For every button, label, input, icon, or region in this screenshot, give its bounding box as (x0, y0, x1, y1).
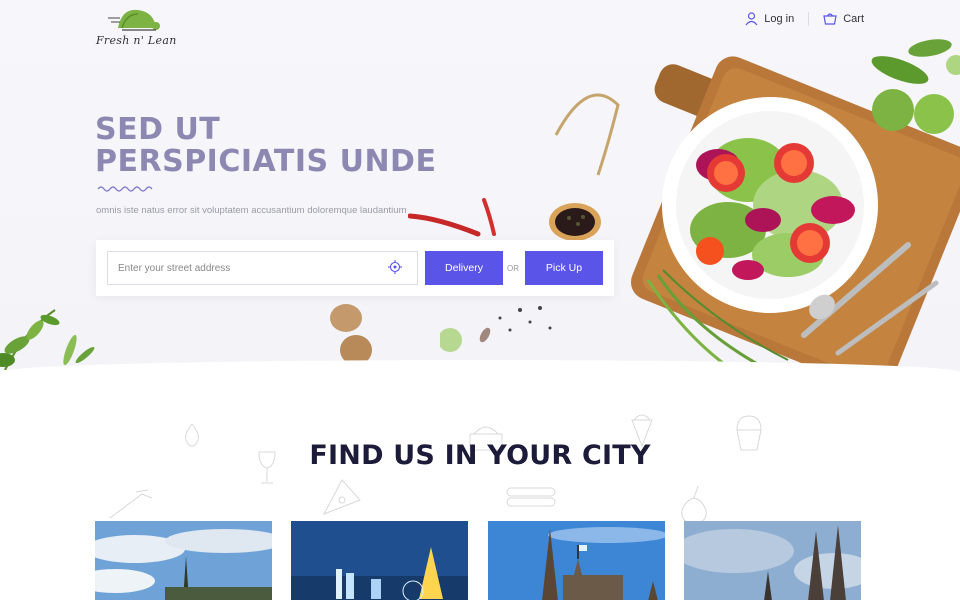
address-search-panel: Delivery OR Pick Up (96, 240, 614, 296)
carrot-outline-icon (109, 489, 153, 519)
find-city-title: FIND US IN YOUR CITY (309, 440, 651, 471)
cart-link[interactable]: Cart (823, 12, 864, 26)
user-icon (745, 12, 758, 26)
location-target-icon[interactable] (388, 260, 402, 274)
city-photo (488, 521, 665, 600)
nav-divider (808, 12, 810, 26)
city-photo (684, 521, 861, 600)
city-card[interactable] (488, 521, 665, 600)
limes-decoration (871, 39, 960, 134)
or-separator: OR (507, 264, 519, 273)
pizza-slice-outline-icon (322, 479, 361, 515)
hero-bottom-edge (0, 360, 960, 385)
hero-subtitle: omnis iste natus error sit voluptatem ac… (96, 205, 407, 216)
street-address-input[interactable] (107, 251, 418, 285)
hero-title-line1: SED UT (95, 112, 221, 147)
hero-section: Fresh n' Lean Log in Cart SED UT PERSPIC… (0, 0, 960, 385)
city-card[interactable] (95, 521, 272, 600)
city-card[interactable] (684, 521, 861, 600)
logo-text: Fresh n' Lean (96, 34, 177, 47)
hero-title-line2: PERSPICIATIS UNDE (95, 144, 437, 179)
hero-title: SED UT PERSPICIATIS UNDE (95, 114, 436, 178)
login-label: Log in (764, 13, 795, 25)
brand-logo[interactable]: Fresh n' Lean (96, 6, 186, 52)
login-link[interactable]: Log in (745, 12, 794, 26)
city-card[interactable] (291, 521, 468, 600)
pear-outline-icon (681, 485, 707, 525)
herb-leaves-decoration (0, 309, 95, 371)
city-photo (291, 521, 468, 600)
delivery-button[interactable]: Delivery (425, 251, 503, 285)
logo-turtle-icon (108, 9, 160, 31)
pickup-button[interactable]: Pick Up (525, 251, 603, 285)
city-photo (95, 521, 272, 600)
hotdog-outline-icon (506, 487, 556, 507)
chili-pepper-decoration (408, 198, 496, 237)
cart-label: Cart (843, 13, 864, 25)
top-nav: Log in Cart (745, 12, 864, 26)
cart-icon (823, 12, 837, 25)
squiggle-divider-icon (97, 186, 153, 192)
